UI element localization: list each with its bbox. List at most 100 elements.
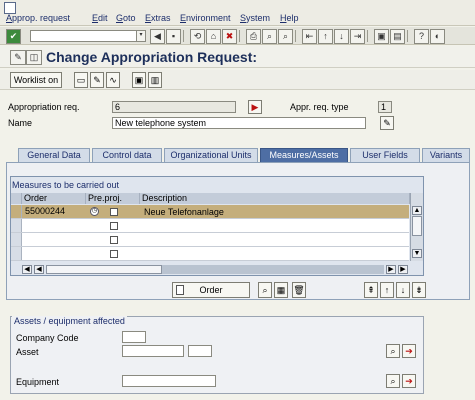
equipment-navigate-icon[interactable]: ➔ <box>402 374 416 388</box>
column-description[interactable]: Description <box>140 193 410 204</box>
cancel-icon[interactable]: ✖ <box>222 29 237 44</box>
equipment-display-icon[interactable]: ⌕ <box>386 374 400 388</box>
row-selector[interactable] <box>11 233 22 246</box>
description-cell: Neue Telefonanlage <box>144 207 224 217</box>
page-title: Change Appropriation Request: <box>46 49 258 65</box>
table-caption: Measures to be carried out <box>12 180 120 190</box>
help-icon[interactable]: ? <box>414 29 429 44</box>
scroll-right-icon[interactable]: ▶ <box>386 265 396 274</box>
pre-proj-checkbox[interactable] <box>110 236 118 244</box>
hscroll-thumb[interactable] <box>46 265 162 274</box>
change-icon[interactable]: ✎ <box>90 72 104 88</box>
equipment-label: Equipment <box>16 377 60 387</box>
company-code-label: Company Code <box>16 333 79 343</box>
scroll-left-icon[interactable]: ◀ <box>34 265 44 274</box>
approp-req-field[interactable]: 6 <box>112 101 236 113</box>
menu-goto[interactable]: Goto <box>116 13 136 23</box>
command-field[interactable] <box>30 30 140 42</box>
row-selector[interactable] <box>11 205 22 218</box>
asset-label: Asset <box>16 347 39 357</box>
move-last-icon[interactable]: ⇟ <box>412 282 426 298</box>
name-field[interactable]: New telephone system <box>112 117 366 129</box>
order-cell[interactable] <box>23 234 85 245</box>
new-doc-icon[interactable]: ▭ <box>74 72 88 88</box>
column-order[interactable]: Order <box>22 193 86 204</box>
order-cell[interactable] <box>23 220 85 231</box>
menu-edit[interactable]: Edit <box>92 13 108 23</box>
back-icon[interactable]: ⟲ <box>190 29 205 44</box>
vertical-scrollbar[interactable]: ▲ ▼ <box>410 193 423 261</box>
long-text-icon[interactable]: ✎ <box>380 116 394 130</box>
create-session-icon[interactable]: ▣ <box>374 29 389 44</box>
previous-page-icon[interactable]: ↑ <box>318 29 333 44</box>
find-icon[interactable]: ⌕ <box>262 29 277 44</box>
worklist-on-button[interactable]: Worklist on <box>10 72 62 88</box>
asset-subnumber-field[interactable] <box>188 345 212 357</box>
order-cell[interactable] <box>23 248 85 259</box>
assets-group <box>10 316 424 394</box>
tab-measures-assets[interactable]: Measures/Assets <box>260 148 348 162</box>
company-code-field[interactable] <box>122 331 146 343</box>
application-toolbar: Worklist on ▭ ✎ ∿ ▣ ▥ <box>0 70 475 90</box>
move-down-icon[interactable]: ↓ <box>396 282 410 298</box>
pre-proj-checkbox[interactable] <box>110 208 118 216</box>
asset-main-number-field[interactable] <box>122 345 184 357</box>
copy-icon[interactable]: ▣ <box>132 72 146 88</box>
scroll-last-icon[interactable]: ▶ <box>398 265 408 274</box>
scroll-up-icon[interactable]: ▲ <box>412 206 422 215</box>
column-pre-proj[interactable]: Pre.proj. <box>86 193 140 204</box>
other-request-icon[interactable]: ◫ <box>26 50 42 65</box>
menu-system[interactable]: System <box>240 13 270 23</box>
title-bar: ✎ ◫ Change Appropriation Request: <box>0 46 475 68</box>
last-page-icon[interactable]: ⇥ <box>350 29 365 44</box>
pre-proj-checkbox[interactable] <box>110 250 118 258</box>
scroll-down-icon[interactable]: ▼ <box>412 249 422 258</box>
save-icon[interactable]: ▪ <box>166 29 181 44</box>
asset-navigate-icon[interactable]: ➔ <box>402 344 416 358</box>
equipment-field[interactable] <box>122 375 216 387</box>
back-arrow-icon[interactable]: ◀ <box>150 29 165 44</box>
display-icon[interactable]: ⌕ <box>258 282 272 298</box>
menu-extras[interactable]: Extras <box>145 13 171 23</box>
menu-approp-request[interactable]: Approp. request <box>6 13 70 23</box>
order-cell[interactable]: 55000244 <box>23 206 85 217</box>
select-all-cell[interactable] <box>11 193 22 204</box>
graphic-icon[interactable]: ∿ <box>106 72 120 88</box>
print-icon[interactable]: ⎙ <box>246 29 261 44</box>
tab-general-data[interactable]: General Data <box>18 148 90 162</box>
move-up-icon[interactable]: ↑ <box>380 282 394 298</box>
shortcut-icon[interactable]: ▤ <box>390 29 405 44</box>
approp-req-type-field[interactable]: 1 <box>378 101 392 113</box>
pre-proj-checkbox[interactable] <box>110 222 118 230</box>
clock-icon: ◷ <box>90 207 99 216</box>
delete-icon[interactable]: ▥ <box>148 72 162 88</box>
command-dropdown-icon[interactable]: ▾ <box>136 30 146 42</box>
approp-req-label: Appropriation req. <box>8 102 80 112</box>
exit-icon[interactable]: ⌂ <box>206 29 221 44</box>
asset-display-icon[interactable]: ⌕ <box>386 344 400 358</box>
order-button[interactable]: Order <box>172 282 250 298</box>
hscroll-track[interactable] <box>162 265 384 274</box>
trash-icon[interactable]: 🗑 <box>292 282 306 298</box>
display-change-icon[interactable]: ✎ <box>10 50 26 65</box>
menu-help[interactable]: Help <box>280 13 299 23</box>
next-page-icon[interactable]: ↓ <box>334 29 349 44</box>
scroll-first-icon[interactable]: ◀ <box>22 265 32 274</box>
navigate-arrow-icon[interactable]: ▶ <box>248 100 262 114</box>
scroll-thumb[interactable] <box>412 216 422 236</box>
layout-menu-icon[interactable]: ◐ <box>430 29 445 44</box>
enter-icon[interactable]: ✔ <box>6 29 21 44</box>
tab-user-fields[interactable]: User Fields <box>350 148 420 162</box>
tab-variants[interactable]: Variants <box>422 148 470 162</box>
find-next-icon[interactable]: ⌕ <box>278 29 293 44</box>
first-page-icon[interactable]: ⇤ <box>302 29 317 44</box>
select-icon[interactable]: ▦ <box>274 282 288 298</box>
menu-environment[interactable]: Environment <box>180 13 231 23</box>
row-selector[interactable] <box>11 219 22 232</box>
tab-control-data[interactable]: Control data <box>92 148 162 162</box>
tab-organizational-units[interactable]: Organizational Units <box>164 148 258 162</box>
menu-bar: Approp. request Edit Goto Extras Environ… <box>0 0 475 26</box>
move-first-icon[interactable]: ⇞ <box>364 282 378 298</box>
assets-caption: Assets / equipment affected <box>12 316 127 326</box>
row-selector[interactable] <box>11 247 22 260</box>
